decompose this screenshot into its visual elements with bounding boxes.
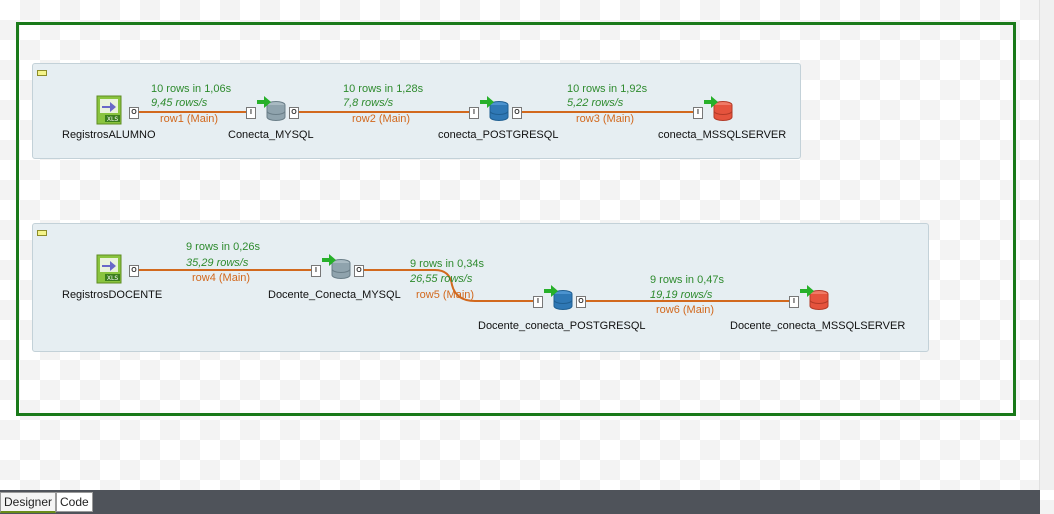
svg-text:XLS: XLS xyxy=(107,275,118,282)
tab-designer[interactable]: Designer xyxy=(0,492,57,513)
component-label[interactable]: conecta_POSTGRESQL xyxy=(438,129,558,141)
input-connector[interactable]: I xyxy=(693,107,703,119)
output-connector[interactable]: O xyxy=(512,107,522,119)
flow-row-rate: 26,55 rows/s xyxy=(410,273,473,285)
component-label[interactable]: RegistrosALUMNO xyxy=(62,129,156,141)
component-label[interactable]: Docente_conecta_MSSQLSERVER xyxy=(730,320,905,332)
flow-row-count: 9 rows in 0,26s xyxy=(186,241,260,253)
subjob-docente[interactable] xyxy=(32,223,929,352)
component-label[interactable]: Conecta_MYSQL xyxy=(228,129,314,141)
postgresql-database-icon[interactable] xyxy=(543,284,575,312)
flow-row-count: 10 rows in 1,06s xyxy=(151,83,232,95)
flow-row-rate: 9,45 rows/s xyxy=(151,97,208,109)
subjob-collapse-toggle[interactable] xyxy=(37,230,47,236)
input-connector[interactable]: I xyxy=(469,107,479,119)
excel-file-icon[interactable]: XLS xyxy=(96,254,124,284)
mssql-database-icon[interactable] xyxy=(703,95,735,123)
output-connector[interactable]: O xyxy=(129,265,139,277)
mysql-database-icon[interactable] xyxy=(321,253,353,281)
flow-row-rate: 19,19 rows/s xyxy=(650,289,713,301)
flow-row-count: 10 rows in 1,92s xyxy=(567,83,648,95)
flow-row-rate: 35,29 rows/s xyxy=(186,257,249,269)
input-connector[interactable]: I xyxy=(246,107,256,119)
postgresql-database-icon[interactable] xyxy=(479,95,511,123)
flow-label-row4[interactable]: row4 (Main) xyxy=(192,272,250,284)
component-label[interactable]: RegistrosDOCENTE xyxy=(62,289,162,301)
flow-label-row5[interactable]: row5 (Main) xyxy=(416,289,474,301)
flow-row-count: 10 rows in 1,28s xyxy=(343,83,424,95)
excel-file-icon[interactable]: XLS xyxy=(96,95,124,125)
input-connector[interactable]: I xyxy=(311,265,321,277)
editor-tab-bar: Designer Code xyxy=(0,490,1040,514)
flow-row-rate: 7,8 rows/s xyxy=(343,97,394,109)
flow-row-count: 9 rows in 0,47s xyxy=(650,274,724,286)
output-connector[interactable]: O xyxy=(354,265,364,277)
flow-label-row3[interactable]: row3 (Main) xyxy=(576,113,634,125)
component-label[interactable]: conecta_MSSQLSERVER xyxy=(658,129,786,141)
flow-label-row2[interactable]: row2 (Main) xyxy=(352,113,410,125)
subjob-collapse-toggle[interactable] xyxy=(37,70,47,76)
mysql-database-icon[interactable] xyxy=(256,95,288,123)
component-label[interactable]: Docente_conecta_POSTGRESQL xyxy=(478,320,646,332)
component-label[interactable]: Docente_Conecta_MYSQL xyxy=(268,289,401,301)
flow-row-rate: 5,22 rows/s xyxy=(567,97,624,109)
flow-label-row6[interactable]: row6 (Main) xyxy=(656,304,714,316)
flow-label-row1[interactable]: row1 (Main) xyxy=(160,113,218,125)
mssql-database-icon[interactable] xyxy=(799,284,831,312)
job-designer-canvas[interactable]: XLS O RegistrosALUMNO I O Conecta_MYSQL … xyxy=(0,0,1054,490)
output-connector[interactable]: O xyxy=(289,107,299,119)
tab-code[interactable]: Code xyxy=(56,492,93,512)
input-connector[interactable]: I xyxy=(789,296,799,308)
subjob-alumno[interactable] xyxy=(32,63,801,159)
input-connector[interactable]: I xyxy=(533,296,543,308)
vertical-scrollbar[interactable] xyxy=(1039,0,1054,490)
output-connector[interactable]: O xyxy=(129,107,139,119)
svg-text:XLS: XLS xyxy=(107,116,118,123)
flow-row-count: 9 rows in 0,34s xyxy=(410,258,484,270)
output-connector[interactable]: O xyxy=(576,296,586,308)
